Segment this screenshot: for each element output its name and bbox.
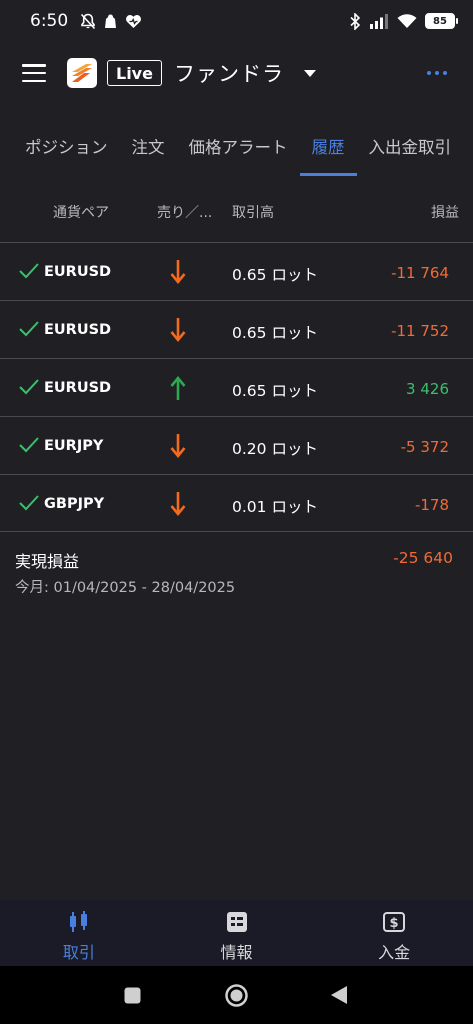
- home-button[interactable]: [224, 983, 249, 1012]
- candlestick-icon: [66, 909, 92, 935]
- svg-text:$: $: [390, 916, 399, 931]
- row-pnl: -5 372: [400, 438, 449, 456]
- heart-icon: [126, 14, 142, 28]
- signal-icon: [370, 14, 388, 29]
- arrow-down-icon: [170, 317, 186, 343]
- row-pnl: 3 426: [406, 380, 449, 398]
- table-row[interactable]: EURJPY 0.20 ロット -5 372: [0, 416, 473, 474]
- summary-label: 実現損益: [15, 552, 80, 571]
- arrow-down-icon: [170, 259, 186, 285]
- row-pnl: -178: [414, 496, 449, 514]
- status-time: 6:50: [30, 11, 69, 31]
- app-notification-icon: [105, 14, 117, 28]
- nav-deposit[interactable]: $ 入金: [315, 900, 473, 966]
- notifications-off-icon: [81, 13, 96, 29]
- header-volume[interactable]: 取引高: [232, 202, 274, 222]
- tab-history[interactable]: 履歴: [299, 128, 357, 178]
- realized-pnl-summary: 実現損益 -25 640 今月: 01/04/2025 - 28/04/2025: [0, 548, 473, 608]
- live-badge: Live: [107, 60, 162, 86]
- row-pair: GBPJPY: [44, 496, 105, 512]
- header-pnl[interactable]: 損益: [431, 202, 459, 222]
- table-row[interactable]: EURUSD 0.65 ロット 3 426: [0, 358, 473, 416]
- row-pair: EURUSD: [44, 322, 112, 338]
- status-bar: 6:50 85: [0, 0, 473, 42]
- row-volume: 0.65 ロット: [232, 266, 318, 284]
- header-pair[interactable]: 通貨ペア: [53, 202, 109, 222]
- nav-deposit-label: 入金: [378, 943, 411, 962]
- system-nav-bar: [0, 966, 473, 1024]
- battery-icon: 85: [425, 13, 458, 29]
- summary-period: 今月: 01/04/2025 - 28/04/2025: [15, 580, 236, 596]
- tab-price-alerts[interactable]: 価格アラート: [189, 128, 288, 178]
- history-list: EURUSD 0.65 ロット -11 764 EURUSD 0.65 ロット -11 7…: [0, 242, 473, 532]
- nav-info-label: 情報: [220, 943, 253, 962]
- back-button[interactable]: [330, 985, 348, 1009]
- check-icon: [19, 495, 39, 511]
- check-icon: [19, 321, 39, 337]
- app-bar: Live ファンドラ: [0, 50, 473, 96]
- bottom-nav: 取引 情報 $ 入金: [0, 900, 473, 966]
- deposit-icon: $: [381, 909, 407, 935]
- table-row[interactable]: EURUSD 0.65 ロット -11 752: [0, 300, 473, 358]
- row-pair: EURUSD: [44, 380, 112, 396]
- check-icon: [19, 379, 39, 395]
- table-row[interactable]: GBPJPY 0.01 ロット -178: [0, 474, 473, 532]
- row-volume: 0.20 ロット: [232, 440, 318, 458]
- row-pair: EURJPY: [44, 438, 104, 454]
- bluetooth-icon: [350, 12, 361, 30]
- more-options-icon[interactable]: [427, 71, 451, 75]
- row-volume: 0.01 ロット: [232, 498, 318, 516]
- row-volume: 0.65 ロット: [232, 324, 318, 342]
- nav-info[interactable]: 情報: [158, 900, 316, 966]
- tab-positions[interactable]: ポジション: [25, 128, 108, 178]
- chevron-down-icon[interactable]: [303, 69, 316, 77]
- tab-orders[interactable]: 注文: [132, 128, 165, 178]
- arrow-down-icon: [170, 491, 186, 517]
- table-header: 通貨ペア 売り／... 取引高 損益: [0, 196, 473, 226]
- arrow-down-icon: [170, 433, 186, 459]
- battery-level: 85: [433, 15, 447, 27]
- account-name[interactable]: ファンドラ: [174, 58, 284, 88]
- wifi-icon: [397, 14, 417, 28]
- row-pnl: -11 764: [391, 264, 449, 282]
- row-pnl: -11 752: [391, 322, 449, 340]
- news-icon: [224, 909, 250, 935]
- recents-button[interactable]: [124, 987, 141, 1008]
- nav-trade-label: 取引: [62, 943, 95, 962]
- row-volume: 0.65 ロット: [232, 382, 318, 400]
- table-row[interactable]: EURUSD 0.65 ロット -11 764: [0, 242, 473, 300]
- nav-trade[interactable]: 取引: [0, 900, 158, 966]
- tab-bar: ポジション 注文 価格アラート 履歴 入出金取引: [0, 128, 473, 178]
- arrow-up-icon: [170, 375, 186, 401]
- menu-icon[interactable]: [22, 64, 46, 82]
- check-icon: [19, 437, 39, 453]
- header-direction[interactable]: 売り／...: [157, 202, 212, 222]
- tab-transactions[interactable]: 入出金取引: [369, 128, 452, 178]
- summary-value: -25 640: [393, 549, 453, 567]
- check-icon: [19, 263, 39, 279]
- row-pair: EURUSD: [44, 264, 112, 280]
- app-logo: [67, 58, 97, 88]
